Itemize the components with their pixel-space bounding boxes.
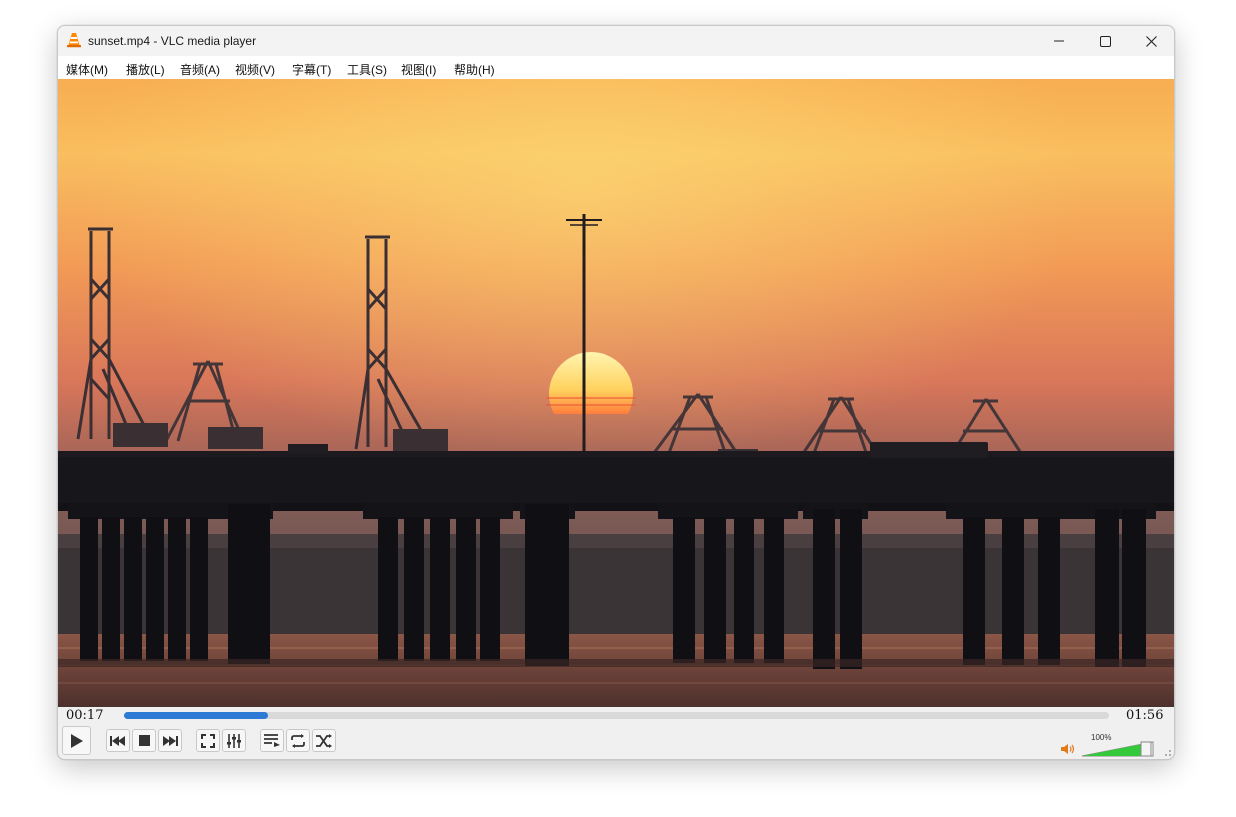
close-button[interactable]: [1128, 26, 1174, 56]
menu-media[interactable]: 媒体(M): [66, 61, 108, 78]
video-area[interactable]: [58, 79, 1174, 707]
play-button[interactable]: [62, 726, 91, 755]
stop-button[interactable]: [132, 729, 156, 752]
elapsed-time[interactable]: 00:17: [66, 708, 103, 723]
maximize-button[interactable]: [1082, 26, 1128, 56]
extended-settings-button[interactable]: [222, 729, 246, 752]
resize-grip-icon[interactable]: [1162, 747, 1172, 757]
control-bar: 00:17 01:56 100%: [58, 707, 1174, 759]
menu-audio[interactable]: 音频(A): [180, 61, 220, 78]
seek-bar-progress: [124, 712, 268, 719]
previous-button[interactable]: [106, 729, 130, 752]
menu-subtitle[interactable]: 字幕(T): [292, 61, 331, 78]
play-icon: [70, 733, 83, 748]
title-bar[interactable]: sunset.mp4 - VLC media player: [58, 26, 1174, 56]
menu-playback[interactable]: 播放(L): [126, 61, 165, 78]
close-icon: [1145, 35, 1157, 47]
equalizer-icon: [227, 733, 241, 748]
total-time[interactable]: 01:56: [1126, 708, 1163, 723]
next-button[interactable]: [158, 729, 182, 752]
volume-slider[interactable]: [1081, 741, 1155, 757]
vlc-cone-icon: [67, 33, 81, 48]
menu-video[interactable]: 视频(V): [235, 61, 275, 78]
next-icon: [163, 735, 178, 746]
window-title: sunset.mp4 - VLC media player: [88, 34, 257, 48]
video-frame-sunset: [58, 79, 1174, 707]
maximize-icon: [1099, 35, 1111, 47]
loop-icon: [291, 733, 305, 748]
menu-bar: 媒体(M) 播放(L) 音频(A) 视频(V) 字幕(T) 工具(S) 视图(I…: [58, 56, 1174, 79]
menu-view[interactable]: 视图(I): [401, 61, 436, 78]
volume-slider-handle[interactable]: [1140, 741, 1152, 757]
seek-bar[interactable]: [124, 712, 1109, 719]
playlist-icon: [264, 734, 280, 747]
shuffle-icon: [316, 733, 332, 748]
speaker-icon[interactable]: [1061, 743, 1075, 755]
menu-tools[interactable]: 工具(S): [347, 61, 387, 78]
fullscreen-button[interactable]: [196, 729, 220, 752]
shuffle-button[interactable]: [312, 729, 336, 752]
fullscreen-icon: [201, 733, 215, 748]
menu-help[interactable]: 帮助(H): [454, 61, 495, 78]
playlist-button[interactable]: [260, 729, 284, 752]
minimize-button[interactable]: [1036, 26, 1082, 56]
previous-icon: [110, 735, 125, 746]
loop-button[interactable]: [286, 729, 310, 752]
minimize-icon: [1054, 40, 1064, 42]
stop-icon: [138, 735, 150, 746]
vlc-window: sunset.mp4 - VLC media player 媒体(M) 播放(L…: [57, 25, 1175, 760]
